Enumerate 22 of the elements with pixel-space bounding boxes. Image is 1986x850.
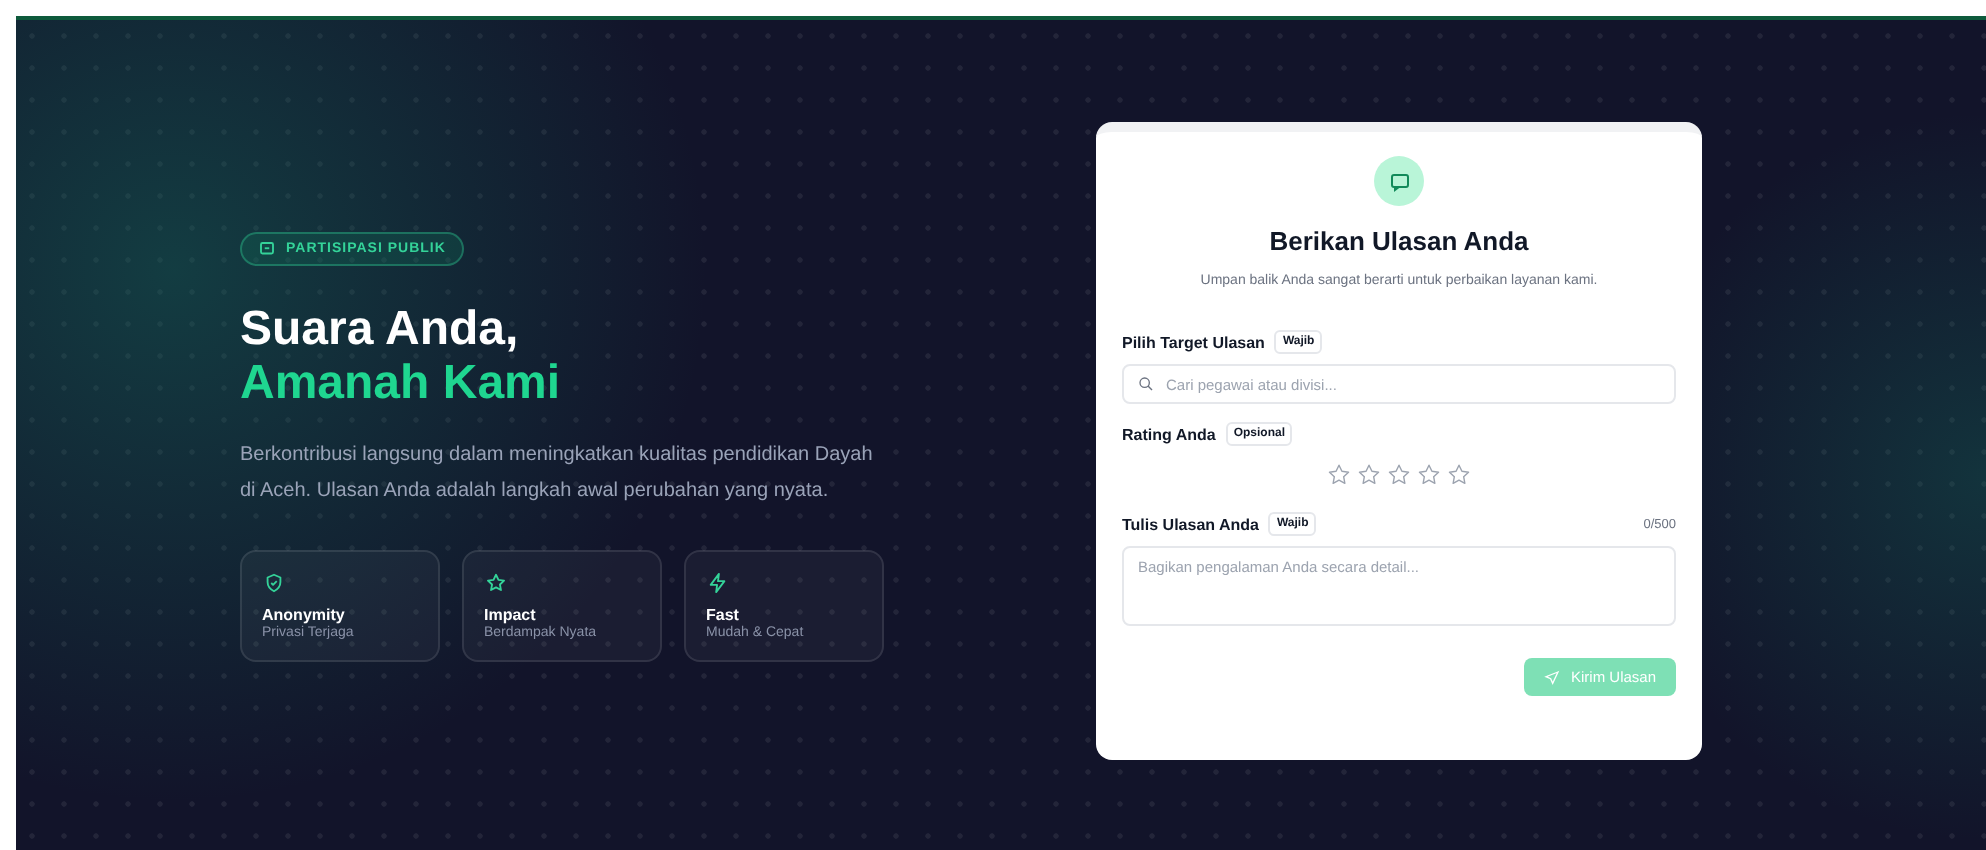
star-icon[interactable] <box>1386 462 1412 488</box>
hero-description: Berkontribusi langsung dalam meningkatkan kualitas pendidikan Dayah di Aceh. Ulasan Anda adalah langkah awal perubahan yang nyata. <box>240 442 875 506</box>
star-icon[interactable] <box>1416 462 1442 488</box>
hero-title: Suara Anda, <box>240 302 519 356</box>
star-icon[interactable] <box>1356 462 1382 488</box>
feature-title: Impact <box>484 606 538 624</box>
chat-icon <box>258 240 276 258</box>
star-icon[interactable] <box>1326 462 1352 488</box>
search-icon <box>1138 376 1154 392</box>
bolt-icon <box>706 572 730 594</box>
feature-title: Anonymity <box>262 606 347 624</box>
send-icon <box>1544 669 1561 685</box>
feature-title: Fast <box>706 606 741 624</box>
field-label: Rating Anda <box>1122 425 1216 443</box>
star-icon[interactable] <box>1446 462 1472 488</box>
field-label: Tulis Ulasan Anda <box>1122 515 1259 533</box>
star-icon <box>484 572 508 594</box>
shield-icon <box>262 572 286 594</box>
hero-title-highlight: Amanah Kami <box>240 356 561 410</box>
form-title: Berikan Ulasan Anda <box>1267 226 1531 256</box>
chat-icon <box>1374 156 1424 206</box>
field-label: Pilih Target Ulasan <box>1122 333 1265 351</box>
